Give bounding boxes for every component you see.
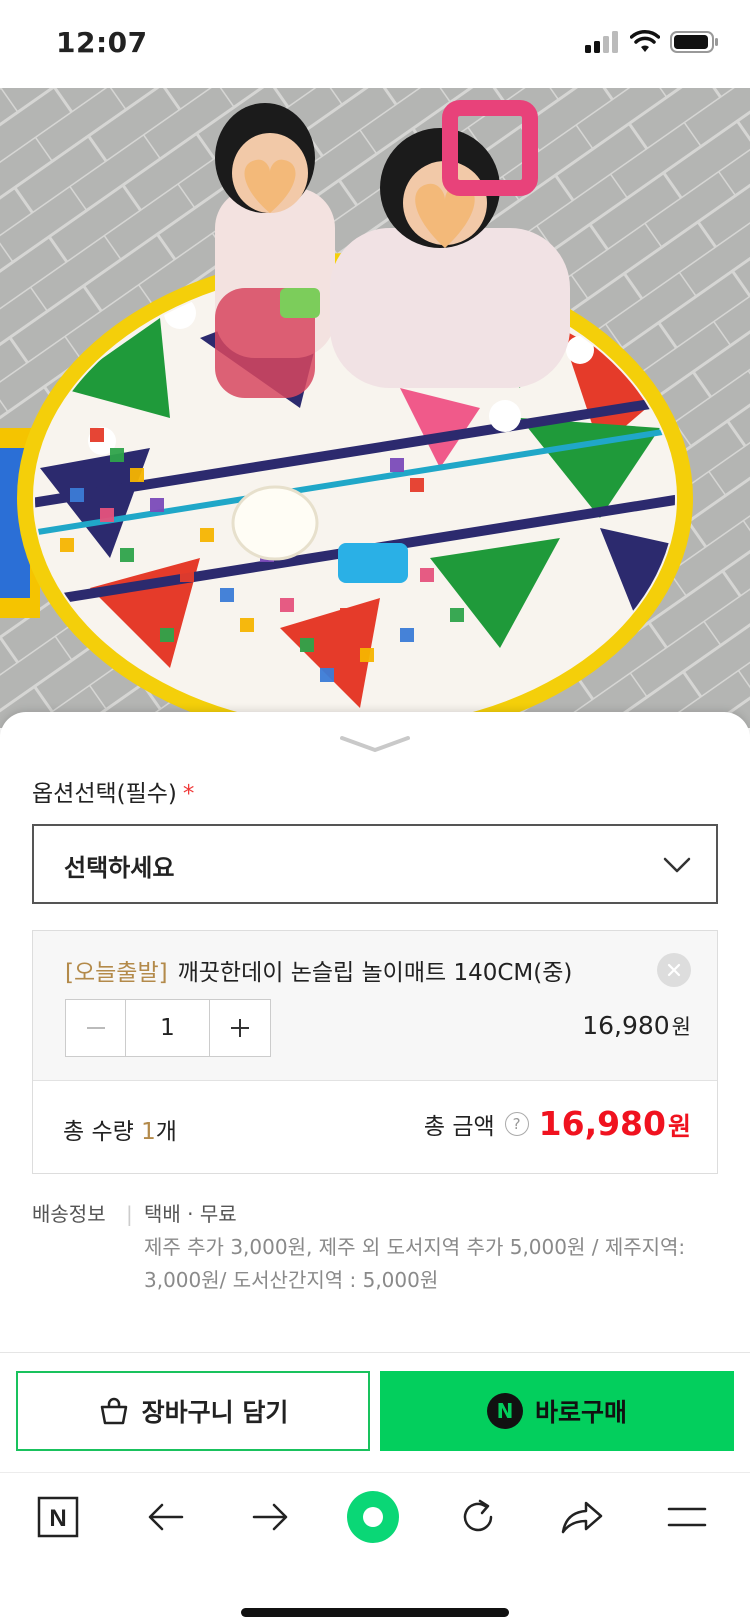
screen: 12:07 옵션선택(필수) * 선택하세요 [오늘출발] 깨끗한데이 논슬립 …: [0, 0, 750, 1623]
quantity-increase-button[interactable]: [210, 1000, 270, 1056]
shipping-method: 택배 · 무료: [144, 1202, 237, 1226]
share-icon: [561, 1501, 603, 1534]
home-indicator: [241, 1608, 509, 1617]
selected-item-box: [오늘출발] 깨끗한데이 논슬립 놀이매트 140CM(중) 1 16,980원…: [32, 930, 718, 1174]
add-to-cart-label: 장바구니 담기: [141, 1398, 289, 1427]
cellular-signal-icon: [585, 31, 618, 53]
naver-pay-icon: N: [486, 1393, 523, 1429]
status-time: 12:07: [56, 26, 148, 59]
reload-icon: [463, 1499, 493, 1532]
total-quantity-unit: 개: [155, 1119, 177, 1145]
item-price-currency: 원: [671, 1015, 691, 1039]
add-to-cart-button[interactable]: 장바구니 담기: [16, 1371, 370, 1451]
total-amount-value: 16,980원: [539, 1104, 691, 1143]
forward-button[interactable]: [240, 1487, 300, 1547]
naver-home-icon: N: [37, 1496, 79, 1538]
item-price-value: 16,980: [582, 1011, 670, 1040]
selected-item-title: 깨끗한데이 논슬립 놀이매트 140CM(중): [177, 960, 573, 986]
option-select[interactable]: 선택하세요: [32, 824, 718, 904]
minus-icon: [86, 1027, 105, 1029]
buy-now-button[interactable]: N 바로구매: [380, 1371, 734, 1451]
option-select-value: 선택하세요: [64, 854, 175, 882]
green-dot-button[interactable]: [343, 1487, 403, 1547]
quantity-stepper: 1: [65, 999, 271, 1057]
share-button[interactable]: [552, 1487, 612, 1547]
total-amount: 총 금액 ? 16,980원: [424, 1104, 691, 1143]
purchase-action-bar: 장바구니 담기 N 바로구매: [0, 1352, 750, 1472]
total-quantity-value: 1: [141, 1119, 156, 1145]
shipping-detail: 제주 추가 3,000원, 제주 외 도서지역 추가 5,000원 / 제주지역…: [144, 1235, 686, 1292]
option-sheet: 옵션선택(필수) * 선택하세요 [오늘출발] 깨끗한데이 논슬립 놀이매트 140…: [0, 712, 750, 1352]
green-dot-icon: [347, 1491, 399, 1543]
selected-item: [오늘출발] 깨끗한데이 논슬립 놀이매트 140CM(중) 1 16,980원: [33, 931, 717, 1081]
total-quantity: 총 수량 1개: [63, 1112, 177, 1146]
chevron-down-icon: [663, 857, 691, 873]
reload-button[interactable]: [448, 1487, 508, 1547]
shipping-label: 배송정보: [32, 1202, 106, 1226]
total-quantity-label: 총 수량: [63, 1119, 142, 1145]
shipping-separator: |: [126, 1202, 133, 1226]
option-label-text: 옵션선택(필수): [32, 781, 177, 807]
shopping-bag-icon: [100, 1397, 127, 1425]
order-summary: 총 수량 1개 총 금액 ? 16,980원: [33, 1082, 717, 1174]
total-amount-label: 총 금액: [423, 1113, 495, 1140]
total-amount-number: 16,980: [538, 1104, 666, 1143]
remove-item-button[interactable]: [657, 953, 691, 987]
play-mat-photo-illustration: [0, 88, 750, 728]
back-icon: [148, 1503, 184, 1531]
plus-icon: [231, 1019, 249, 1037]
quantity-decrease-button[interactable]: [66, 1000, 126, 1056]
selected-item-name: [오늘출발] 깨끗한데이 논슬립 놀이매트 140CM(중): [65, 953, 572, 987]
option-label: 옵션선택(필수) *: [32, 774, 194, 808]
help-icon[interactable]: ?: [504, 1111, 529, 1136]
browser-nav-bar: N: [0, 1472, 750, 1623]
naver-home-button[interactable]: N: [28, 1487, 88, 1547]
menu-button[interactable]: [657, 1487, 717, 1547]
status-bar: 12:07: [0, 0, 750, 88]
back-button[interactable]: [136, 1487, 196, 1547]
naver-home-letter: N: [49, 1505, 66, 1532]
product-photo: [0, 88, 750, 728]
required-mark: *: [182, 781, 195, 807]
battery-icon: [670, 31, 718, 53]
status-icons: [584, 30, 720, 54]
buy-now-label: 바로구매: [534, 1398, 627, 1427]
today-ship-tag: [오늘출발]: [65, 960, 168, 986]
menu-icon: [667, 1507, 707, 1527]
wifi-icon: [630, 30, 660, 52]
sheet-collapse-handle-icon[interactable]: [340, 734, 410, 756]
item-price: 16,980원: [582, 1011, 691, 1041]
total-amount-currency: 원: [667, 1112, 691, 1141]
forward-icon: [252, 1503, 288, 1531]
quantity-value[interactable]: 1: [126, 1000, 210, 1056]
close-icon: [667, 963, 681, 977]
